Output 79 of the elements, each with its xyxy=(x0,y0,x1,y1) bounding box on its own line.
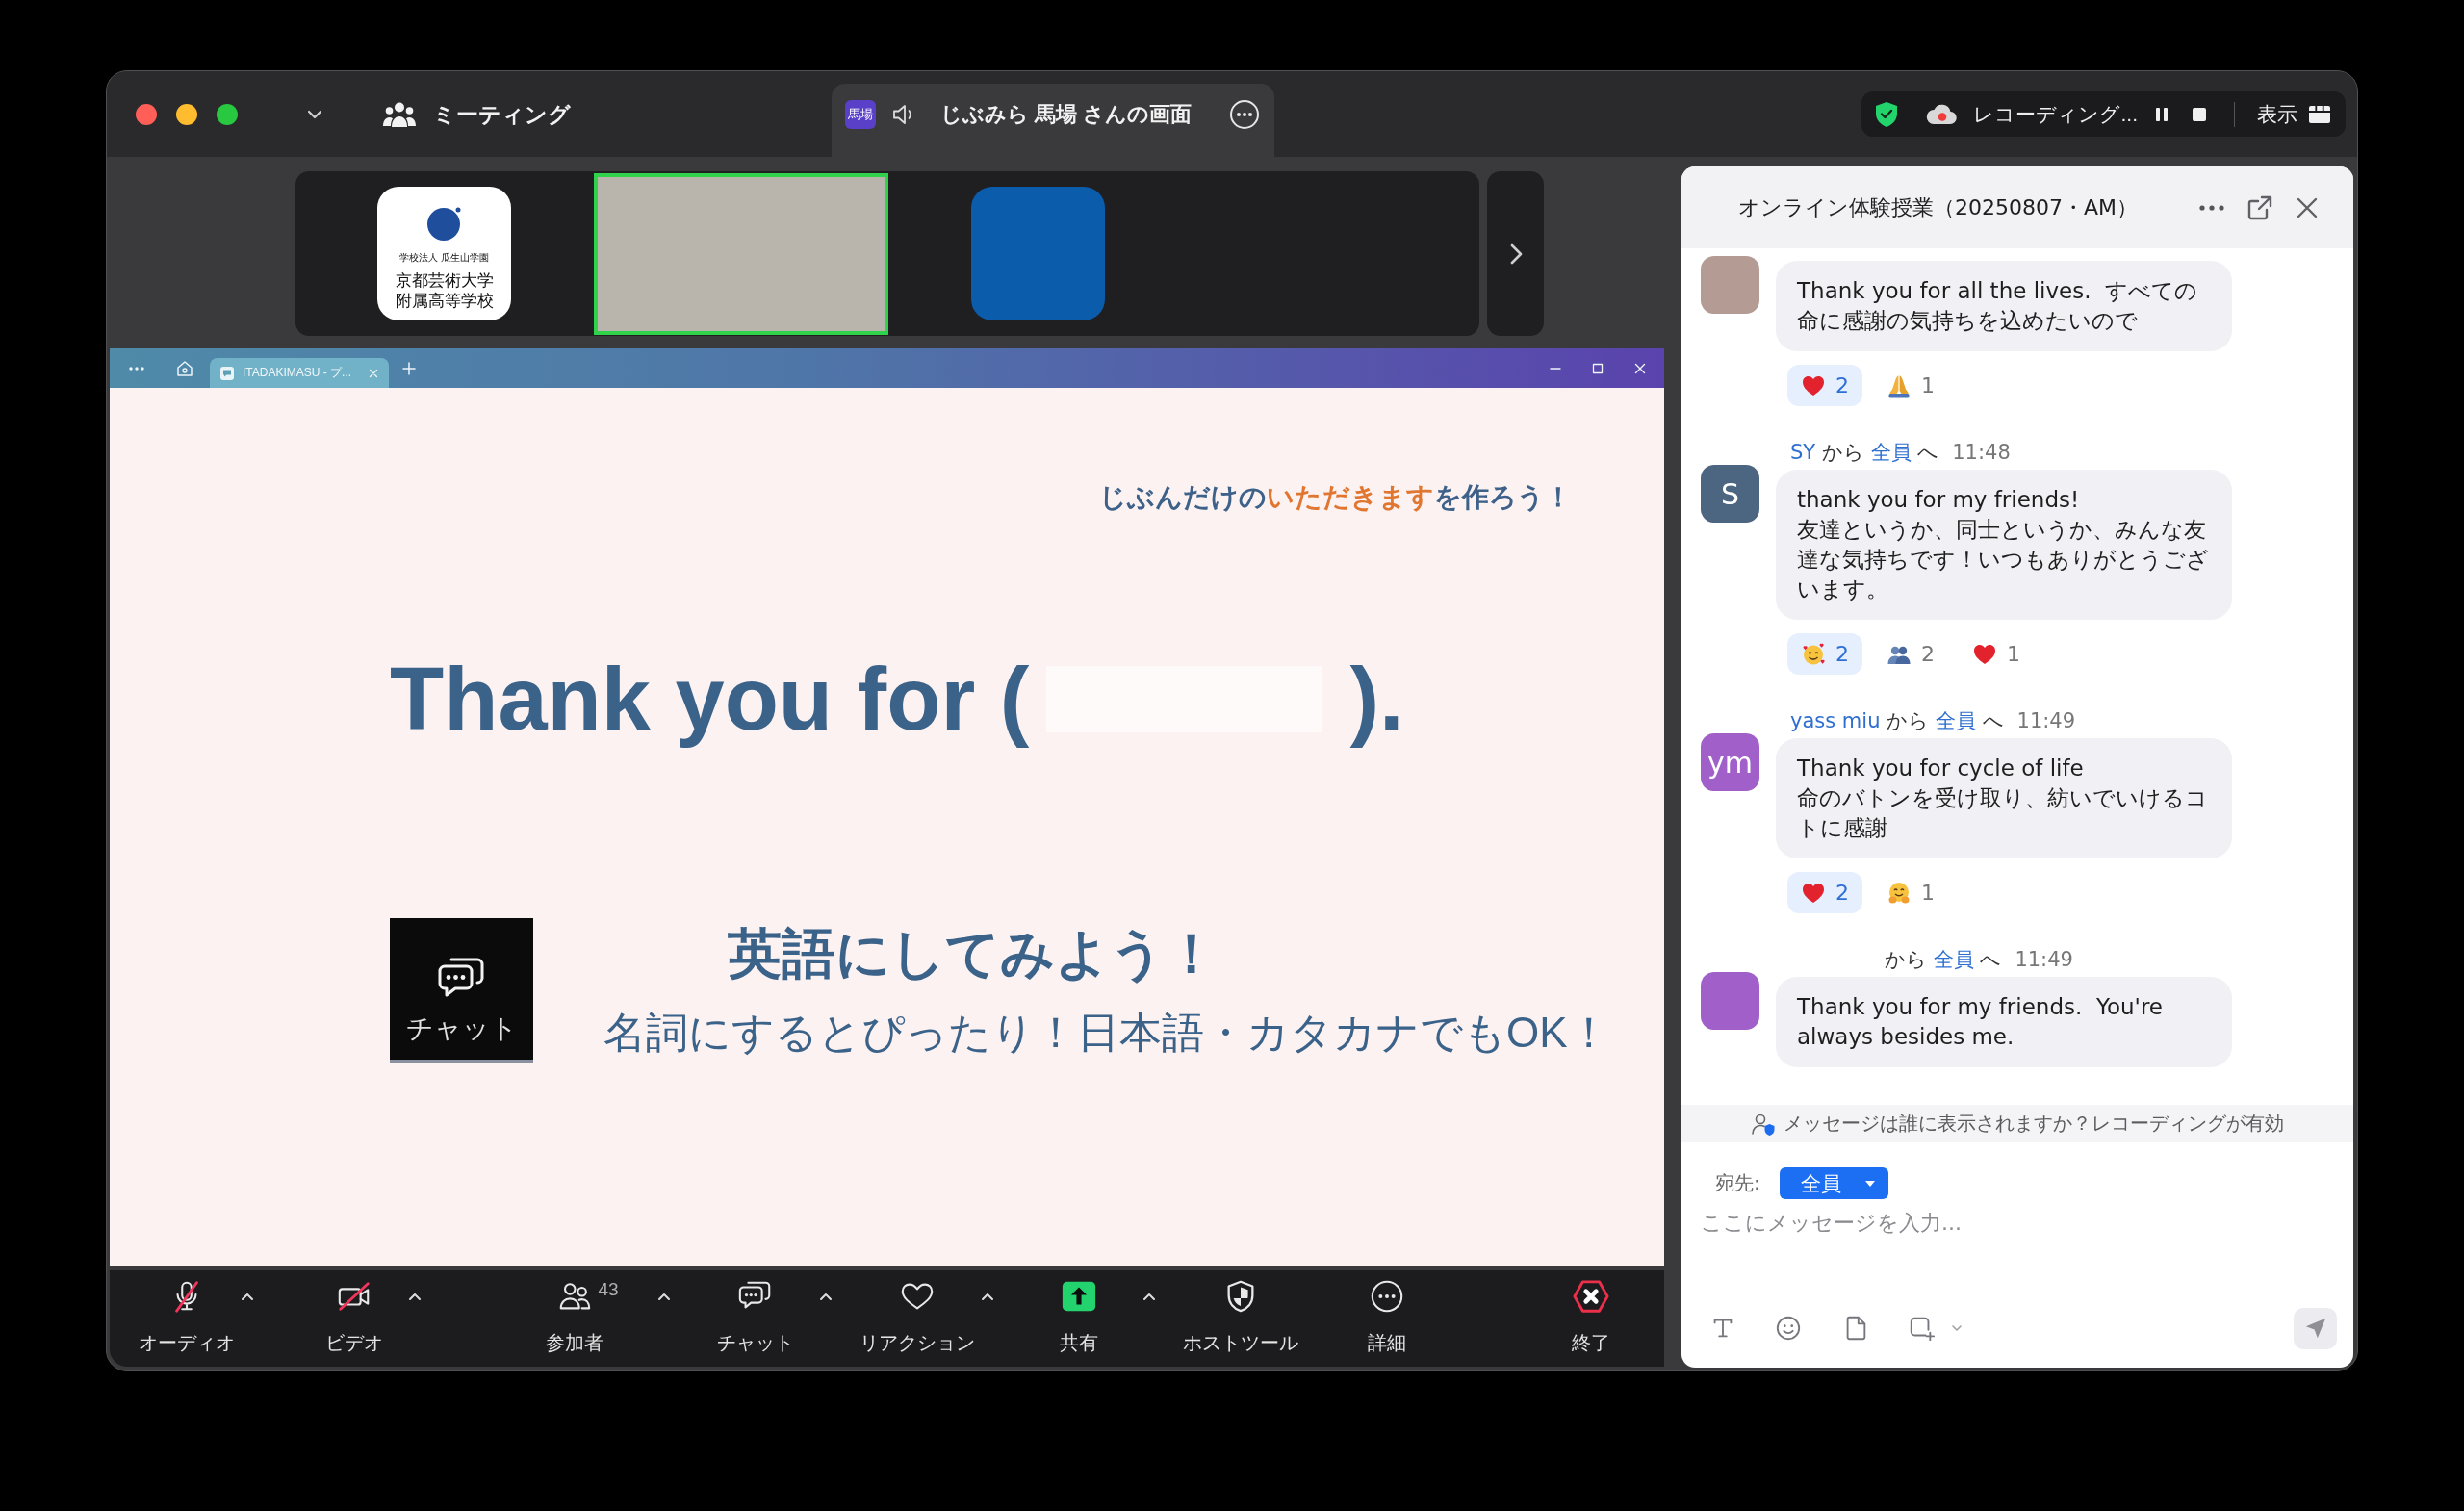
prompt-text: ). xyxy=(1349,651,1404,748)
host-tools-button[interactable]: ホストツール xyxy=(1177,1270,1303,1355)
reaction-button[interactable]: 2 xyxy=(1787,365,1862,406)
from-label: から xyxy=(1886,709,1930,732)
to-label: へ xyxy=(1982,709,2004,732)
slide-heading: 英語にしてみよう！ xyxy=(728,923,1219,985)
end-button[interactable]: 終了 xyxy=(1528,1270,1654,1355)
message-bubble: Thank you for my friends. You're always besides me. xyxy=(1776,977,2232,1067)
share-button[interactable]: 共有 xyxy=(1015,1270,1142,1355)
audio-button[interactable]: オーディオ xyxy=(134,1270,240,1355)
message-bubble: Thank you for all the lives. すべての命に感謝の気持ちを込めたいので xyxy=(1776,261,2232,351)
window-zoom-button[interactable] xyxy=(217,103,238,125)
pause-icon[interactable] xyxy=(2155,106,2169,122)
reaction-button[interactable]: 2 xyxy=(1787,872,1862,913)
reactions-button[interactable]: リアクション xyxy=(854,1270,980,1355)
notice-text: メッセージは誰に表示されますか？レコーディングが有効 xyxy=(1784,1111,2284,1137)
user-avatar: ym xyxy=(1701,733,1759,791)
close-icon[interactable] xyxy=(1633,361,1647,375)
recipient-name[interactable]: 全員 xyxy=(1870,441,1912,464)
to-label: へ xyxy=(1917,441,1939,464)
video-button[interactable]: ビデオ xyxy=(301,1270,407,1355)
participants-button[interactable]: 43 参加者 xyxy=(511,1270,637,1355)
slide-hint: 名詞にするとぴったり！日本語・カタカナでもOK！ xyxy=(603,1008,1610,1058)
prompt-text: Thank you for ( xyxy=(390,651,1030,748)
recipient-name[interactable]: 全員 xyxy=(1935,709,1976,732)
message-bubble: Thank you for cycle of life 命のバトンを受け取り、紡いでいけるコトに感謝 xyxy=(1776,738,2232,858)
tile-label: チャット xyxy=(405,1012,518,1045)
home-icon[interactable] xyxy=(176,359,193,377)
more-icon[interactable] xyxy=(1229,99,1260,130)
window-minimize-button[interactable] xyxy=(176,103,197,125)
from-label: から xyxy=(1885,948,1927,971)
reaction-button[interactable]: 1 xyxy=(1873,872,1948,913)
chat-button[interactable]: チャット xyxy=(692,1270,818,1355)
view-button[interactable]: 表示 xyxy=(2257,100,2331,128)
logo-card[interactable]: 学校法人 瓜生山学園 京都芸術大学 附属高等学校 xyxy=(377,187,511,320)
privacy-notice[interactable]: メッセージは誰に表示されますか？レコーディングが有効 xyxy=(1681,1105,2353,1142)
message-bubble: thank you for my friends! 友達というか、同士というか、みんな友達な気持ちです！いつもありがとうございます。 xyxy=(1776,470,2232,620)
slide-tagline: じぶんだけのいただきますを作ろう！ xyxy=(1098,481,1572,514)
message-time: 11:49 xyxy=(2016,709,2076,732)
reaction-button[interactable]: 2 xyxy=(1873,633,1948,675)
screenshot-icon[interactable] xyxy=(1908,1315,1935,1342)
x-hexagon-icon xyxy=(1573,1278,1609,1315)
recording-label: レコーディング... xyxy=(1973,101,2138,127)
stop-icon[interactable] xyxy=(2193,107,2206,121)
sender-name[interactable]: yass miu xyxy=(1790,709,1881,732)
smiling-face-with-hearts-icon xyxy=(1801,641,1826,667)
logo-text: 京都芸術大学 xyxy=(395,270,494,291)
plus-icon[interactable] xyxy=(402,361,416,375)
share-title: じぶみら 馬場 さんの画面 xyxy=(940,101,1193,128)
smiley-icon[interactable] xyxy=(1775,1315,1802,1342)
more-button[interactable]: 詳細 xyxy=(1323,1270,1450,1355)
grid-icon xyxy=(2308,103,2331,125)
recipient-label: 宛先: xyxy=(1715,1170,1760,1196)
participant-count: 43 xyxy=(598,1278,619,1301)
logo-text: 学校法人 瓜生山学園 xyxy=(399,252,489,264)
to-label: へ xyxy=(1980,948,2002,971)
message-time: 11:48 xyxy=(1952,441,2011,464)
sender-name[interactable]: SY xyxy=(1790,441,1816,464)
presenter-badge: 馬場 xyxy=(845,100,876,129)
recipient-dropdown[interactable]: 全員 xyxy=(1779,1167,1888,1199)
avatar-photo-placeholder xyxy=(1701,256,1759,314)
message-input[interactable]: ここにメッセージを入力... xyxy=(1701,1209,2334,1299)
window-close-button[interactable] xyxy=(136,103,157,125)
more-icon[interactable] xyxy=(2198,203,2225,212)
external-link-icon[interactable] xyxy=(2246,193,2273,221)
reaction-button[interactable]: 1 xyxy=(1959,633,2034,675)
logo-text: 附属高等学校 xyxy=(395,291,494,311)
hugging-face-icon xyxy=(1886,880,1912,906)
maximize-icon[interactable] xyxy=(1591,361,1604,375)
meeting-button[interactable]: ミーティング xyxy=(383,99,571,129)
chat-bubble-icon xyxy=(219,365,235,381)
user-avatar: S xyxy=(1701,465,1759,523)
from-label: から xyxy=(1821,441,1864,464)
chat-title: オンライン体験授業（20250807・AM） xyxy=(1738,193,2139,221)
recipient-name[interactable]: 全員 xyxy=(1933,948,1974,971)
message-time: 11:49 xyxy=(2015,948,2073,971)
reaction-button[interactable]: 1 xyxy=(1873,365,1948,406)
send-button[interactable] xyxy=(2294,1307,2337,1349)
reaction-button[interactable]: 2 xyxy=(1787,633,1862,675)
